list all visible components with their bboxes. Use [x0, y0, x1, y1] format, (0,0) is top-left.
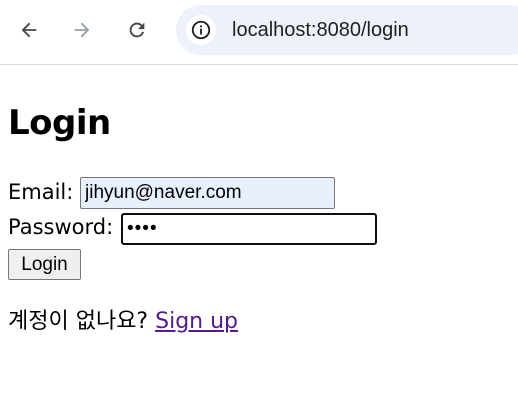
login-button[interactable]: Login [8, 249, 81, 280]
url-text[interactable]: localhost:8080/login [232, 17, 409, 43]
browser-toolbar: localhost:8080/login [0, 0, 518, 65]
signup-prompt-line: 계정이 없나요? Sign up [8, 308, 238, 336]
signup-link[interactable]: Sign up [155, 309, 238, 334]
page-content: Login Email: Password: Login 계정이 없나요? Si… [0, 65, 518, 416]
password-field[interactable] [121, 213, 377, 245]
page-title: Login [8, 103, 111, 143]
reload-icon [129, 22, 145, 38]
signup-prompt: 계정이 없나요? [8, 309, 149, 334]
address-bar[interactable]: localhost:8080/login [176, 5, 518, 55]
arrow-left-icon [21, 22, 37, 38]
back-button[interactable] [13, 14, 45, 46]
email-field[interactable] [80, 177, 335, 209]
site-info-button[interactable] [186, 15, 216, 45]
email-label: Email: [8, 180, 74, 204]
arrow-right-icon [74, 22, 90, 38]
password-label: Password: [8, 215, 114, 239]
info-icon [191, 20, 211, 40]
forward-button[interactable] [66, 14, 98, 46]
reload-button[interactable] [121, 14, 153, 46]
